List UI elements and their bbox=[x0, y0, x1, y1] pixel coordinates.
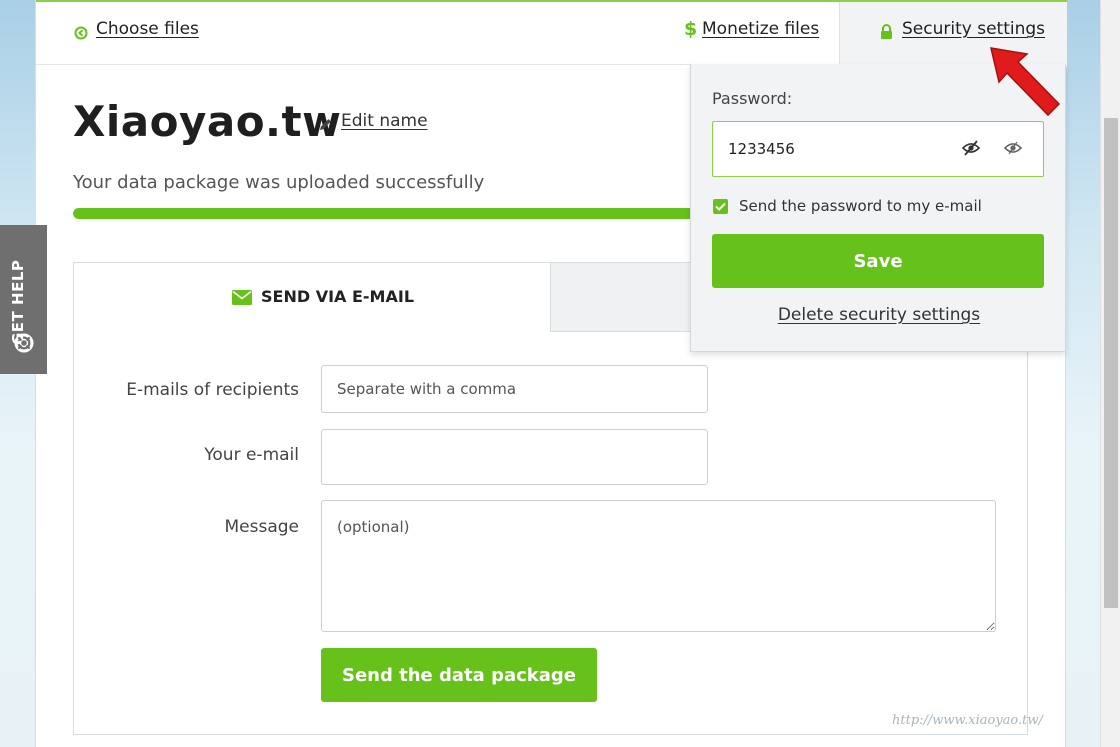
send-data-package-button[interactable]: Send the data package bbox=[321, 648, 597, 702]
choose-files-link[interactable]: Choose files bbox=[96, 19, 199, 39]
message-label: Message bbox=[224, 517, 299, 537]
tab-send-via-email-label: SEND VIA E-MAIL bbox=[261, 287, 415, 306]
recipients-label: E-mails of recipients bbox=[126, 380, 299, 400]
red-arrow-annotation bbox=[990, 47, 1061, 117]
page-scrollbar[interactable] bbox=[1100, 0, 1120, 747]
circle-arrow-left-icon bbox=[74, 26, 88, 40]
get-help-label: GET HELP bbox=[9, 259, 27, 345]
edit-name-link[interactable]: Edit name bbox=[341, 111, 428, 131]
your-email-input[interactable] bbox=[321, 429, 708, 485]
password-input[interactable] bbox=[712, 121, 1044, 177]
save-button[interactable]: Save bbox=[712, 234, 1044, 288]
your-email-label: Your e-mail bbox=[204, 445, 299, 465]
top-navigation: Choose files $ Monetize files Security s… bbox=[36, 0, 1067, 67]
dollar-icon: $ bbox=[684, 18, 698, 40]
message-textarea[interactable] bbox=[321, 500, 996, 632]
send-password-label: Send the password to my e-mail bbox=[739, 197, 982, 215]
lock-icon bbox=[881, 24, 892, 39]
eye-icon[interactable] bbox=[1003, 139, 1023, 157]
eye-slash-icon[interactable] bbox=[961, 139, 981, 157]
scrollbar-thumb[interactable] bbox=[1104, 118, 1118, 608]
upload-status-text: Your data package was uploaded successfu… bbox=[73, 172, 485, 193]
upload-progress-bar bbox=[73, 208, 753, 219]
security-settings-link[interactable]: Security settings bbox=[902, 19, 1045, 39]
get-help-tab[interactable]: GET HELP bbox=[0, 225, 47, 374]
check-icon bbox=[715, 202, 726, 211]
send-password-checkbox[interactable] bbox=[713, 199, 728, 214]
lifebuoy-icon bbox=[14, 333, 34, 353]
recipients-input[interactable] bbox=[321, 365, 708, 413]
watermark-text: http://www.xiaoyao.tw/ bbox=[892, 713, 1043, 728]
monetize-files-link[interactable]: Monetize files bbox=[702, 19, 819, 39]
delete-security-settings-link[interactable]: Delete security settings bbox=[691, 305, 1067, 325]
pencil-icon bbox=[320, 119, 331, 130]
package-title: Xiaoyao.tw bbox=[73, 97, 342, 146]
password-label: Password: bbox=[712, 89, 793, 108]
envelope-icon bbox=[232, 290, 252, 305]
upload-progress-fill bbox=[73, 208, 753, 219]
